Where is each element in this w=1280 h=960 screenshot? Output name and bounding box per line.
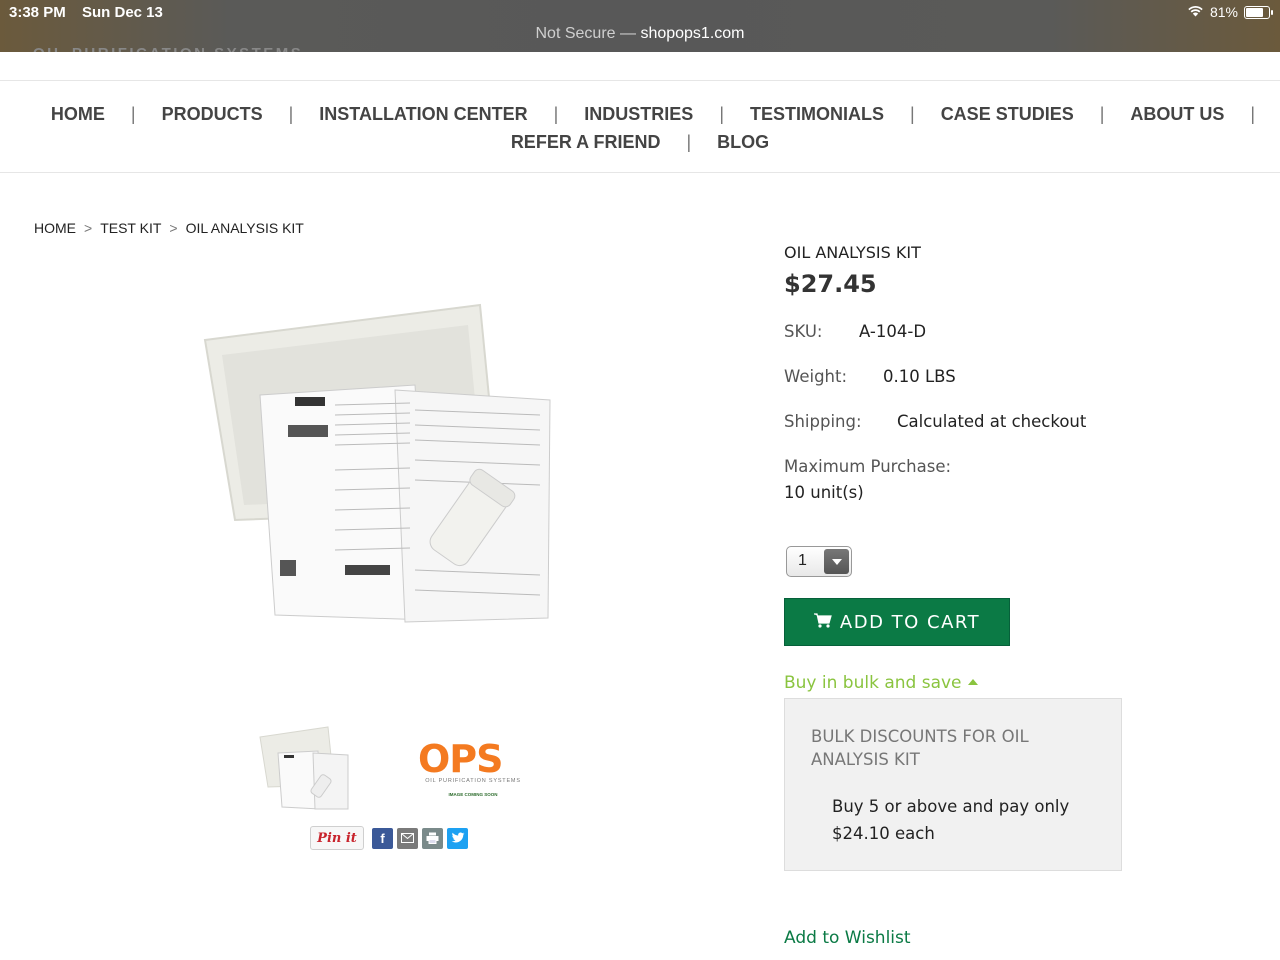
max-purchase-value: 10 unit(s)	[784, 483, 864, 502]
sku-value: A-104-D	[859, 322, 927, 341]
quantity-value: 1	[798, 552, 807, 569]
shopping-cart-icon	[813, 612, 832, 633]
nav-item-case-studies[interactable]: CASE STUDIES	[915, 104, 1100, 125]
quantity-select[interactable]: 1	[786, 546, 852, 577]
nav-separator: |	[1250, 103, 1256, 124]
nav-row-2: REFER A FRIEND | BLOG	[0, 128, 1280, 156]
print-icon[interactable]	[422, 827, 443, 849]
product-details: OIL ANALYSIS KIT $27.45 SKU: A-104-D Weig…	[784, 243, 1184, 502]
shipping-label: Shipping:	[784, 412, 862, 431]
thumbnail-product[interactable]	[258, 725, 350, 810]
nav-divider	[0, 172, 1280, 173]
nav-item-refer-a-friend[interactable]: REFER A FRIEND	[485, 132, 687, 153]
shipping-row: Shipping: Calculated at checkout	[784, 412, 1086, 431]
breadcrumb-item: OIL ANALYSIS KIT	[185, 220, 304, 236]
nav-item-blog[interactable]: BLOG	[691, 132, 795, 153]
ops-logo-subtitle: OIL PURIFICATION SYSTEMS	[425, 778, 521, 784]
nav-row-1: HOME | PRODUCTS | INSTALLATION CENTER | INDUST…	[0, 100, 1280, 128]
status-time: 3:38 PM	[9, 4, 66, 21]
breadcrumb-separator: >	[169, 220, 178, 236]
add-to-cart-button[interactable]: ADD TO CART	[784, 598, 1010, 646]
twitter-icon[interactable]	[447, 827, 468, 849]
nav-item-about-us[interactable]: ABOUT US	[1104, 104, 1250, 125]
sku-label: SKU:	[784, 322, 823, 341]
breadcrumb-separator: >	[84, 220, 93, 236]
main-nav: HOME | PRODUCTS | INSTALLATION CENTER | INDUST…	[0, 100, 1280, 156]
breadcrumb: HOME > TEST KIT > OIL ANALYSIS KIT	[34, 220, 304, 236]
image-coming-soon-label: IMAGE COMING SOON	[448, 792, 498, 797]
nav-item-products[interactable]: PRODUCTS	[136, 104, 289, 125]
bulk-discount-toggle[interactable]: Buy in bulk and save	[784, 673, 978, 693]
facebook-icon[interactable]: f	[372, 827, 393, 849]
caret-up-icon	[967, 679, 978, 685]
nav-item-installation-center[interactable]: INSTALLATION CENTER	[293, 104, 553, 125]
nav-item-industries[interactable]: INDUSTRIES	[558, 104, 719, 125]
weight-row: Weight: 0.10 LBS	[784, 367, 956, 386]
ops-logo-brand: OPS	[418, 737, 504, 781]
add-to-wishlist-link[interactable]: Add to Wishlist	[784, 928, 911, 948]
bulk-discount-title: BULK DISCOUNTS FOR OIL ANALYSIS KIT	[811, 727, 1029, 769]
shipping-value: Calculated at checkout	[897, 412, 1087, 431]
bulk-discount-text: Buy 5 or above and pay only $24.10 each	[832, 797, 1070, 843]
url-domain: shopops1.com	[640, 25, 745, 42]
bulk-discount-panel: BULK DISCOUNTS FOR OIL ANALYSIS KIT Buy …	[784, 698, 1122, 871]
share-bar: Pin it f	[310, 826, 468, 850]
status-date: Sun Dec 13	[82, 4, 163, 21]
email-icon[interactable]	[397, 827, 418, 849]
battery-percent: 81%	[1209, 4, 1238, 20]
nav-item-home[interactable]: HOME	[25, 104, 131, 125]
header-divider	[0, 80, 1280, 81]
add-to-cart-label: ADD TO CART	[839, 611, 981, 633]
site-logo-text[interactable]: OIL PURIFICATION SYSTEMS	[33, 40, 303, 52]
battery-icon	[1244, 5, 1273, 19]
pinterest-button[interactable]: Pin it	[310, 826, 364, 850]
sku-row: SKU: A-104-D	[784, 322, 926, 341]
product-title: OIL ANALYSIS KIT	[784, 243, 921, 262]
weight-label: Weight:	[784, 367, 848, 386]
bulk-toggle-label: Buy in bulk and save	[784, 673, 962, 693]
breadcrumb-item[interactable]: TEST KIT	[100, 220, 161, 236]
chevron-down-icon[interactable]	[824, 549, 849, 574]
product-price: $27.45	[784, 270, 877, 298]
nav-item-testimonials[interactable]: TESTIMONIALS	[724, 104, 910, 125]
breadcrumb-item[interactable]: HOME	[34, 220, 76, 236]
max-purchase-label: Maximum Purchase:	[784, 457, 952, 476]
product-image[interactable]	[200, 300, 555, 630]
wifi-icon	[1187, 4, 1204, 20]
weight-value: 0.10 LBS	[883, 367, 956, 386]
thumbnail-logo[interactable]: OPS OIL PURIFICATION SYSTEMS IMAGE COMIN…	[418, 740, 528, 810]
security-label: Not Secure —	[535, 25, 636, 42]
